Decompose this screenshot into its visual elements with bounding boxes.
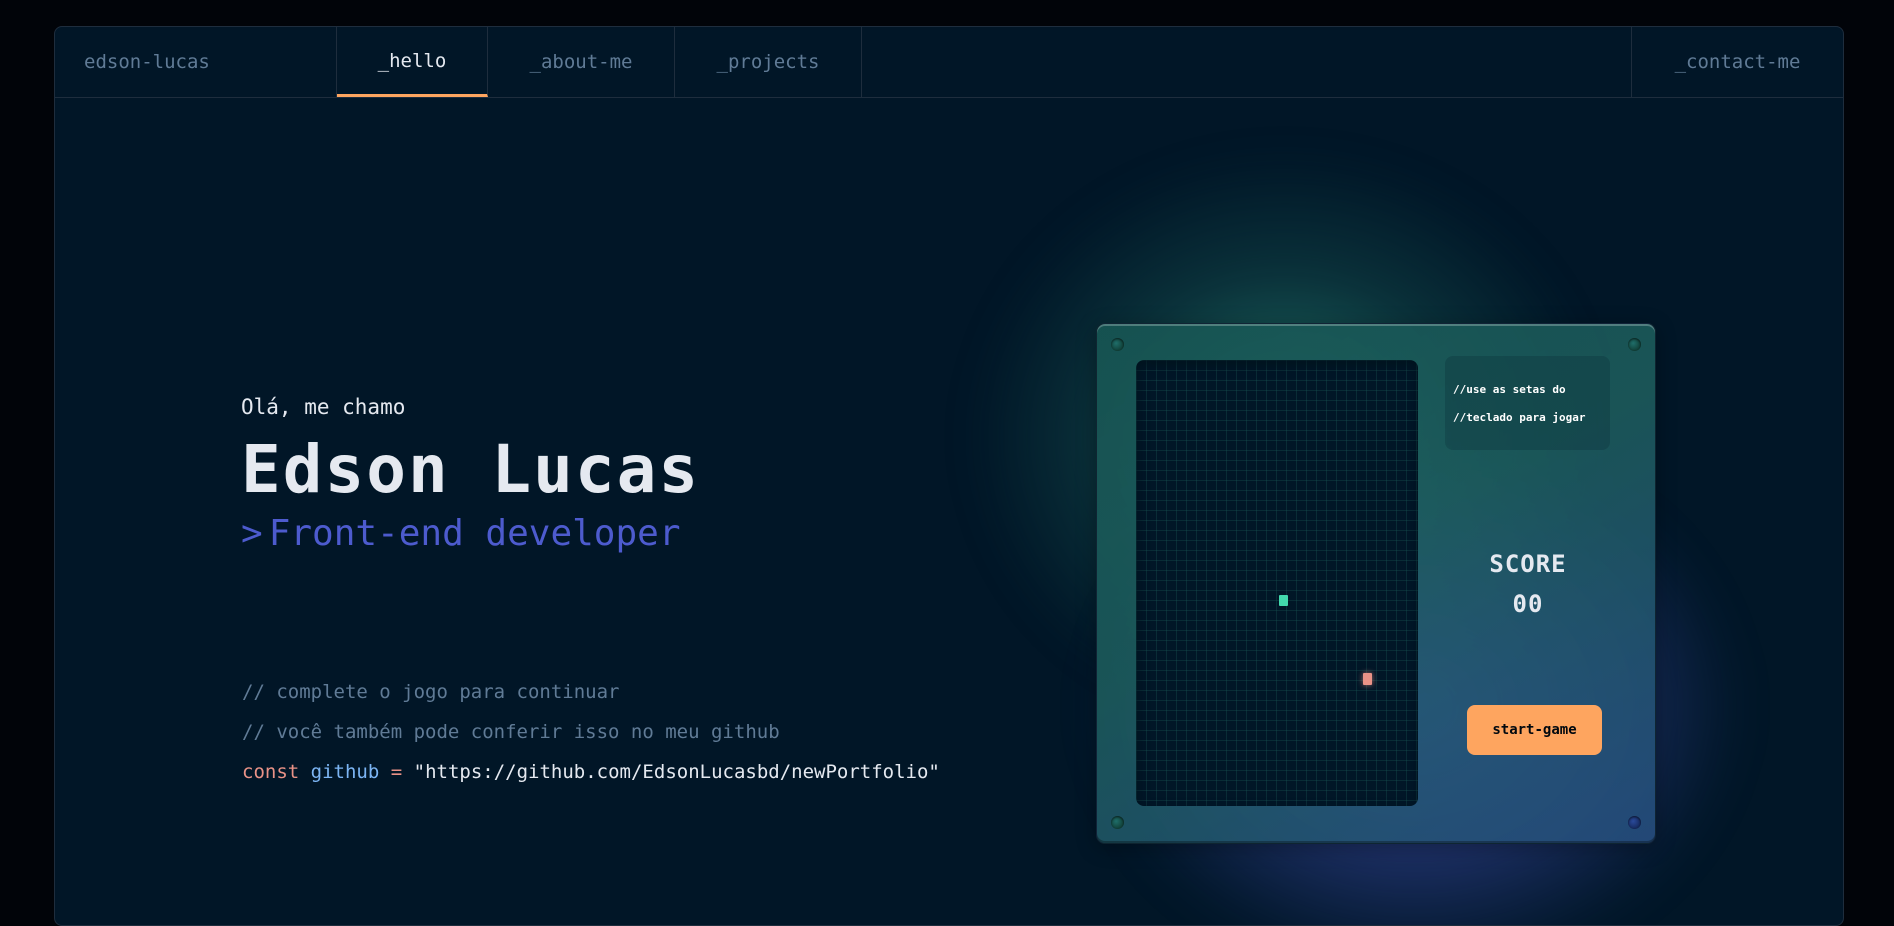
comment-line-1: // complete o jogo para continuar — [242, 681, 620, 703]
game-board[interactable] — [1136, 360, 1418, 806]
developer-role: > Front-end developer — [241, 510, 700, 558]
food-item — [1363, 673, 1372, 685]
screw-icon — [1628, 338, 1641, 351]
code-keyword: const — [242, 761, 300, 783]
game-instructions: //use as setas do //teclado para jogar — [1445, 356, 1610, 450]
portfolio-window: edson-lucas _hello _about-me _projects _… — [54, 26, 1844, 926]
tab-hello[interactable]: _hello — [337, 27, 488, 97]
hero-section: Olá, me chamo Edson Lucas > Front-end dev… — [241, 395, 700, 558]
instruction-line-1: //use as setas do — [1453, 383, 1566, 396]
code-variable: github — [310, 761, 380, 783]
comment-line-2: // você também pode conferir isso no meu… — [242, 721, 780, 743]
code-equals: = — [390, 761, 403, 783]
developer-name: Edson Lucas — [241, 431, 701, 508]
prompt-caret: > — [241, 513, 263, 554]
github-code-line: const github = "https://github.com/Edson… — [242, 752, 940, 792]
snake-game-console: //use as setas do //teclado para jogar S… — [1096, 323, 1656, 844]
github-link[interactable]: "https://github.com/EdsonLucasbd/newPort… — [414, 761, 940, 783]
tab-projects[interactable]: _projects — [675, 27, 862, 97]
instruction-line-2: //teclado para jogar — [1453, 411, 1586, 424]
navbar-spacer — [862, 27, 1631, 97]
screw-icon — [1111, 338, 1124, 351]
screw-icon — [1628, 816, 1641, 829]
code-comments: // complete o jogo para continuar // voc… — [242, 672, 940, 792]
greeting-text: Olá, me chamo — [241, 395, 406, 419]
brand-name[interactable]: edson-lucas — [55, 27, 337, 97]
top-navbar: edson-lucas _hello _about-me _projects _… — [55, 27, 1843, 98]
screw-icon — [1111, 816, 1124, 829]
score-label: SCORE — [1489, 550, 1567, 578]
tab-about-me[interactable]: _about-me — [488, 27, 675, 97]
role-text: Front-end developer — [268, 513, 681, 554]
tab-contact-me[interactable]: _contact-me — [1631, 27, 1843, 97]
snake-segment — [1279, 595, 1288, 606]
start-game-button[interactable]: start-game — [1467, 705, 1602, 755]
score-value: 00 — [1512, 590, 1544, 618]
